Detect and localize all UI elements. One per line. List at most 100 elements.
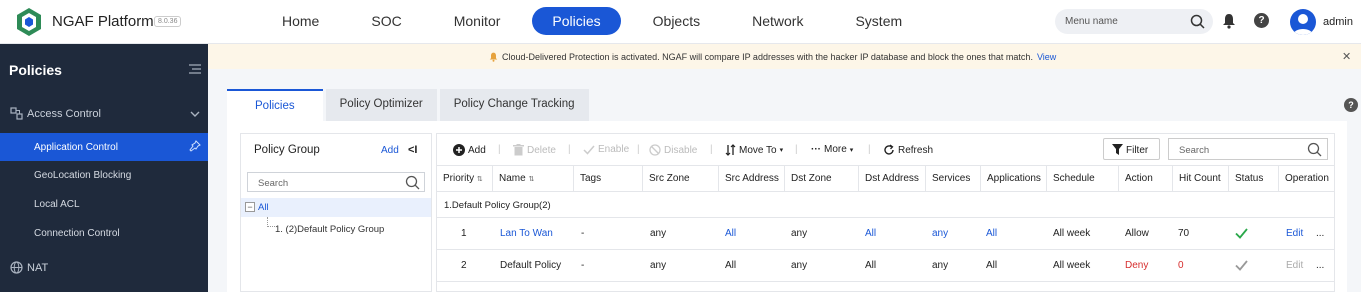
close-icon[interactable]: ✕: [1342, 50, 1351, 63]
username[interactable]: admin: [1323, 16, 1353, 28]
nav-monitor[interactable]: Monitor: [434, 7, 521, 35]
nav-home[interactable]: Home: [262, 7, 339, 35]
main-nav: Home SOC Monitor Policies Objects Networ…: [262, 7, 922, 35]
col-status[interactable]: Status: [1229, 166, 1279, 192]
banner-view-link[interactable]: View: [1037, 52, 1056, 62]
caret-down-icon: ▾: [779, 147, 784, 154]
group-search-placeholder: Search: [258, 178, 289, 189]
cell-hit-count: 0: [1178, 260, 1184, 271]
nav-network[interactable]: Network: [732, 7, 823, 35]
nav-policies[interactable]: Policies: [532, 7, 621, 35]
move-to-button[interactable]: Move To ▾: [725, 144, 783, 156]
search-icon[interactable]: [1190, 14, 1205, 29]
col-action[interactable]: Action: [1119, 166, 1173, 192]
sidebar-item-local-acl[interactable]: Local ACL: [0, 190, 208, 218]
status-check-icon[interactable]: [1235, 228, 1248, 239]
tree-node-all[interactable]: − All: [241, 198, 431, 217]
edit-link[interactable]: Edit: [1286, 218, 1303, 249]
grid-toolbar: Add | Delete | Enable | Disable | Move T…: [437, 134, 1334, 164]
tab-policies[interactable]: Policies: [227, 89, 323, 121]
group-row-label: 1.Default Policy Group(2): [444, 200, 551, 211]
cell-src-address[interactable]: All: [725, 218, 736, 249]
col-name[interactable]: Name ⇅: [493, 166, 574, 192]
cell-src-address: All: [725, 260, 737, 271]
col-dst-zone[interactable]: Dst Zone: [785, 166, 859, 192]
col-tags[interactable]: Tags: [574, 166, 643, 192]
sort-icon[interactable]: ⇅: [528, 176, 534, 183]
bell-icon: [489, 52, 498, 62]
search-icon[interactable]: [405, 175, 420, 190]
col-src-zone[interactable]: Src Zone: [643, 166, 719, 192]
sidebar-item-geolocation-blocking[interactable]: GeoLocation Blocking: [0, 161, 208, 189]
tab-policy-change-tracking[interactable]: Policy Change Tracking: [439, 89, 589, 121]
sidebar-item-label: GeoLocation Blocking: [34, 170, 132, 181]
collapse-node-icon[interactable]: −: [245, 202, 255, 212]
menu-search-placeholder: Menu name: [1065, 16, 1118, 27]
sidebar-group-nat[interactable]: NAT: [0, 258, 208, 282]
sidebar-item-label: Connection Control: [34, 228, 120, 239]
filter-button[interactable]: Filter: [1103, 138, 1160, 160]
nav-soc[interactable]: SOC: [351, 7, 421, 35]
help-icon[interactable]: ?: [1344, 98, 1358, 112]
collapse-panel-icon[interactable]: <I: [408, 144, 417, 156]
ellipsis-icon: ···: [811, 144, 821, 155]
edit-link[interactable]: Edit: [1286, 250, 1303, 281]
help-icon[interactable]: ?: [1254, 13, 1269, 28]
col-services[interactable]: Services: [926, 166, 981, 192]
pin-icon[interactable]: [189, 140, 201, 152]
nav-system[interactable]: System: [835, 7, 922, 35]
chevron-down-icon[interactable]: [190, 111, 200, 117]
col-applications[interactable]: Applications: [981, 166, 1047, 192]
sidebar-item-application-control[interactable]: Application Control: [0, 133, 208, 161]
sidebar-title: Policies: [9, 62, 62, 78]
cell-services: any: [932, 260, 949, 271]
tree-connector: [267, 217, 275, 227]
row-more-icon[interactable]: ...: [1316, 250, 1324, 281]
cell-dst-address[interactable]: All: [865, 218, 876, 249]
col-dst-address[interactable]: Dst Address: [859, 166, 926, 192]
group-search-input[interactable]: Search: [247, 172, 425, 192]
sidebar-group-access-control[interactable]: Access Control: [0, 102, 208, 126]
sidebar: Policies Access Control Application Cont…: [0, 44, 208, 292]
col-hit-count[interactable]: Hit Count: [1173, 166, 1229, 192]
cell-name-link[interactable]: Lan To Wan: [500, 218, 553, 249]
refresh-button[interactable]: Refresh: [883, 144, 933, 156]
cell-action: Allow: [1125, 228, 1149, 239]
toolbar-divider: |: [795, 144, 798, 155]
cell-applications[interactable]: All: [986, 218, 997, 249]
cell-action: Deny: [1125, 260, 1149, 271]
cell-services[interactable]: any: [932, 218, 948, 249]
table-row[interactable]: 1 Lan To Wan - any All any All any All A…: [437, 218, 1334, 250]
col-schedule[interactable]: Schedule: [1047, 166, 1119, 192]
table-row[interactable]: 2 Default Policy - any All any All any A…: [437, 250, 1334, 282]
sidebar-collapse-icon[interactable]: [189, 64, 201, 74]
add-label: Add: [468, 144, 486, 156]
banner-message: Cloud-Delivered Protection is activated.…: [502, 52, 1033, 62]
avatar[interactable]: [1290, 9, 1316, 35]
enable-button[interactable]: Enable: [583, 144, 629, 155]
sidebar-item-connection-control[interactable]: Connection Control: [0, 219, 208, 247]
nav-objects[interactable]: Objects: [633, 7, 720, 35]
add-group-link[interactable]: Add: [381, 145, 399, 156]
ngaf-logo[interactable]: [14, 7, 44, 37]
more-button[interactable]: ··· More ▾: [811, 144, 853, 155]
search-icon[interactable]: [1307, 142, 1322, 157]
col-operation[interactable]: Operation: [1279, 166, 1334, 192]
menu-search-input[interactable]: Menu name: [1055, 9, 1213, 34]
col-src-address[interactable]: Src Address: [719, 166, 785, 192]
disable-button[interactable]: Disable: [649, 144, 697, 156]
policy-search-input[interactable]: Search: [1168, 138, 1328, 160]
add-button[interactable]: Add: [453, 144, 486, 156]
bell-icon[interactable]: [1222, 13, 1236, 29]
sidebar-group-label: NAT: [27, 262, 49, 274]
col-priority[interactable]: Priority ⇅: [437, 166, 493, 192]
delete-button[interactable]: Delete: [513, 144, 556, 156]
table-header: Priority ⇅ Name ⇅ Tags Src Zone Src Addr…: [437, 165, 1334, 192]
col-label: Priority: [443, 173, 475, 184]
sort-icon[interactable]: ⇅: [477, 176, 483, 183]
row-more-icon[interactable]: ...: [1316, 218, 1324, 249]
tree-node-default-group[interactable]: 1. (2)Default Policy Group: [275, 224, 384, 235]
group-row[interactable]: 1.Default Policy Group(2): [437, 192, 1334, 218]
tab-policy-optimizer[interactable]: Policy Optimizer: [325, 89, 437, 121]
cell-priority: 2: [461, 260, 467, 271]
